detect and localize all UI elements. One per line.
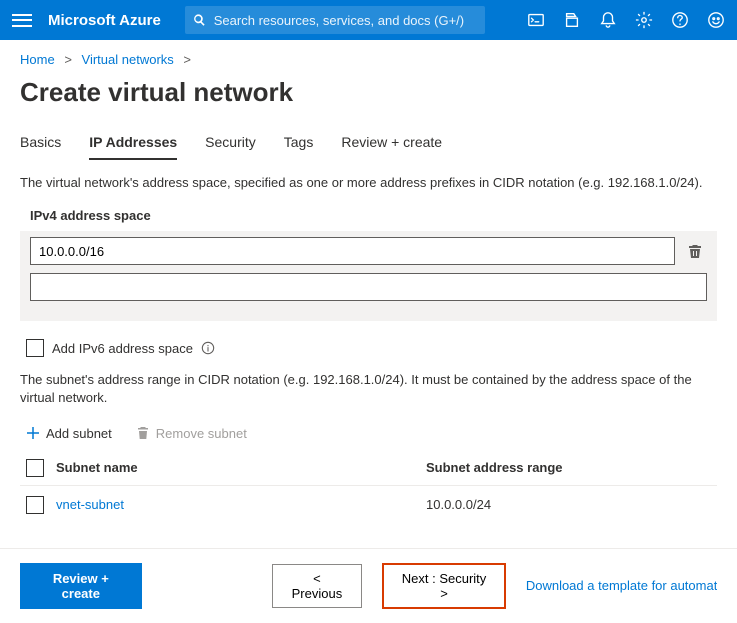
breadcrumb: Home > Virtual networks >: [0, 40, 737, 71]
chevron-right-icon: >: [64, 52, 72, 67]
tab-ip-addresses[interactable]: IP Addresses: [89, 126, 177, 160]
cloud-shell-icon[interactable]: [527, 11, 545, 29]
subnet-row: vnet-subnet 10.0.0.0/24: [20, 486, 717, 524]
add-subnet-label: Add subnet: [46, 426, 112, 441]
menu-icon[interactable]: [12, 10, 32, 30]
col-subnet-name: Subnet name: [56, 460, 426, 475]
download-template-link[interactable]: Download a template for automation: [526, 578, 717, 593]
search-icon: [193, 13, 206, 27]
ipv6-label: Add IPv6 address space: [52, 341, 193, 356]
trash-icon: [687, 243, 703, 259]
trash-icon: [136, 426, 150, 440]
ipv4-description: The virtual network's address space, spe…: [20, 174, 717, 192]
settings-icon[interactable]: [635, 11, 653, 29]
ipv4-address-input-1[interactable]: [30, 273, 707, 301]
breadcrumb-home[interactable]: Home: [20, 52, 55, 67]
tab-tags[interactable]: Tags: [284, 126, 314, 160]
notifications-icon[interactable]: [599, 11, 617, 29]
wizard-tabs: Basics IP Addresses Security Tags Review…: [0, 126, 737, 160]
review-create-button[interactable]: Review + create: [20, 563, 142, 609]
brand-label: Microsoft Azure: [48, 12, 161, 29]
subnet-range-value: 10.0.0.0/24: [426, 497, 711, 512]
select-all-checkbox[interactable]: [26, 459, 44, 477]
col-subnet-range: Subnet address range: [426, 460, 711, 475]
ipv4-address-input-0[interactable]: [30, 237, 675, 265]
remove-subnet-label: Remove subnet: [156, 426, 247, 441]
previous-button[interactable]: < Previous: [272, 564, 363, 608]
feedback-icon[interactable]: [707, 11, 725, 29]
ipv4-label: IPv4 address space: [30, 208, 717, 223]
global-search[interactable]: [185, 6, 485, 34]
add-subnet-button[interactable]: Add subnet: [26, 426, 112, 441]
page-title: Create virtual network: [0, 71, 737, 126]
remove-subnet-button: Remove subnet: [136, 426, 247, 441]
info-icon[interactable]: [201, 341, 215, 355]
tab-review[interactable]: Review + create: [341, 126, 442, 160]
plus-icon: [26, 426, 40, 440]
chevron-right-icon: >: [183, 52, 191, 67]
subnet-name-link[interactable]: vnet-subnet: [56, 497, 124, 512]
subnet-description: The subnet's address range in CIDR notat…: [20, 371, 717, 407]
directories-icon[interactable]: [563, 11, 581, 29]
breadcrumb-vnets[interactable]: Virtual networks: [82, 52, 174, 67]
subnet-row-checkbox[interactable]: [26, 496, 44, 514]
tab-basics[interactable]: Basics: [20, 126, 61, 160]
next-security-button[interactable]: Next : Security >: [382, 563, 506, 609]
help-icon[interactable]: [671, 11, 689, 29]
tab-security[interactable]: Security: [205, 126, 256, 160]
azure-topbar: Microsoft Azure: [0, 0, 737, 40]
subnet-table: Subnet name Subnet address range vnet-su…: [20, 451, 717, 524]
search-input[interactable]: [214, 13, 477, 28]
delete-address-button[interactable]: [683, 239, 707, 263]
ipv6-checkbox[interactable]: [26, 339, 44, 357]
ipv4-address-block: [20, 231, 717, 321]
wizard-footer: Review + create < Previous Next : Securi…: [0, 548, 737, 623]
